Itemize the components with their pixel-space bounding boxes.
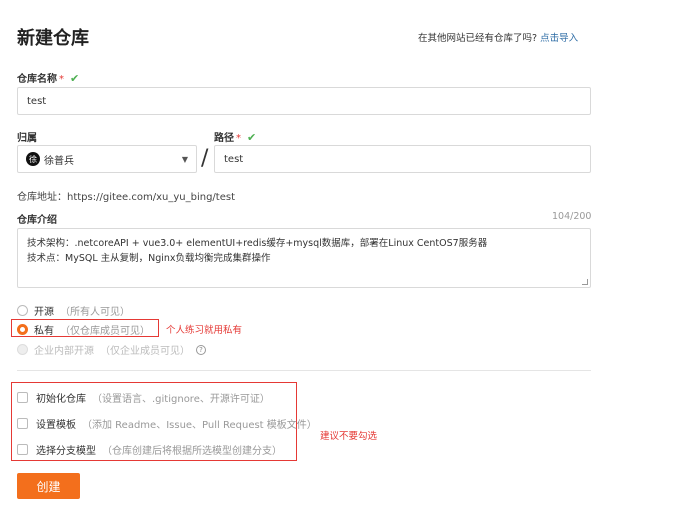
avatar: 徐 [26, 152, 40, 166]
branch-model-checkbox[interactable]: 选择分支模型 （仓库创建后将根据所选模型创建分支） [17, 442, 282, 457]
path-input[interactable]: test [214, 145, 591, 173]
description-line-2: 技术点：MySQL 主从复制，Nginx负载均衡完成集群操作 [27, 253, 271, 264]
required-mark: * [236, 133, 241, 144]
path-label: 路径 * ✔ [214, 131, 257, 144]
description-line-1: 技术架构：.netcoreAPI + vue3.0+ elementUI+red… [27, 238, 488, 249]
path-value: test [224, 153, 244, 165]
description-label: 仓库介绍 [17, 215, 57, 226]
radio-disabled-icon [17, 344, 28, 355]
checkbox-icon [17, 392, 28, 403]
page-title: 新建仓库 [17, 28, 89, 49]
check-icon: ✔ [247, 131, 257, 144]
import-prompt-text: 在其他网站已经有仓库了吗? [418, 33, 538, 44]
owner-select[interactable]: 徐 徐普兵 ▼ [17, 145, 197, 173]
description-counter: 104/200 [552, 211, 592, 222]
checkbox-icon [17, 444, 28, 455]
chevron-down-icon: ▼ [181, 154, 188, 164]
private-annotation: 个人练习就用私有 [166, 325, 243, 336]
init-options-annotation: 建议不要勾选 [320, 431, 378, 442]
create-button[interactable]: 创建 [17, 473, 80, 499]
owner-label: 归属 [17, 133, 37, 144]
repo-name-input[interactable]: test [17, 87, 591, 115]
owner-name: 徐普兵 [44, 155, 74, 167]
repo-name-label: 仓库名称 * ✔ [17, 72, 80, 85]
import-prompt: 在其他网站已经有仓库了吗? 点击导入 [418, 30, 578, 44]
path-separator: / [201, 146, 209, 171]
radio-checked-icon [17, 324, 28, 335]
visibility-enterprise-option: 企业内部开源 （仅企业成员可见） ? [17, 342, 206, 357]
import-link[interactable]: 点击导入 [540, 33, 578, 44]
divider [17, 370, 591, 371]
description-textarea[interactable]: 技术架构：.netcoreAPI + vue3.0+ elementUI+red… [17, 228, 591, 288]
template-checkbox[interactable]: 设置模板 （添加 Readme、Issue、Pull Request 模板文件） [17, 416, 317, 431]
radio-icon [17, 305, 28, 316]
repo-name-value: test [27, 95, 47, 107]
init-repo-checkbox[interactable]: 初始化仓库 （设置语言、.gitignore、开源许可证） [17, 390, 270, 405]
visibility-public-option[interactable]: 开源 （所有人可见） [17, 303, 130, 318]
resize-handle-icon[interactable] [582, 279, 588, 285]
help-icon[interactable]: ? [196, 344, 206, 355]
repo-address: 仓库地址：https://gitee.com/xu_yu_bing/test [17, 192, 235, 203]
check-icon: ✔ [70, 72, 80, 85]
checkbox-icon [17, 418, 28, 429]
required-mark: * [59, 74, 64, 85]
visibility-private-option[interactable]: 私有 （仅仓库成员可见） [17, 322, 150, 337]
